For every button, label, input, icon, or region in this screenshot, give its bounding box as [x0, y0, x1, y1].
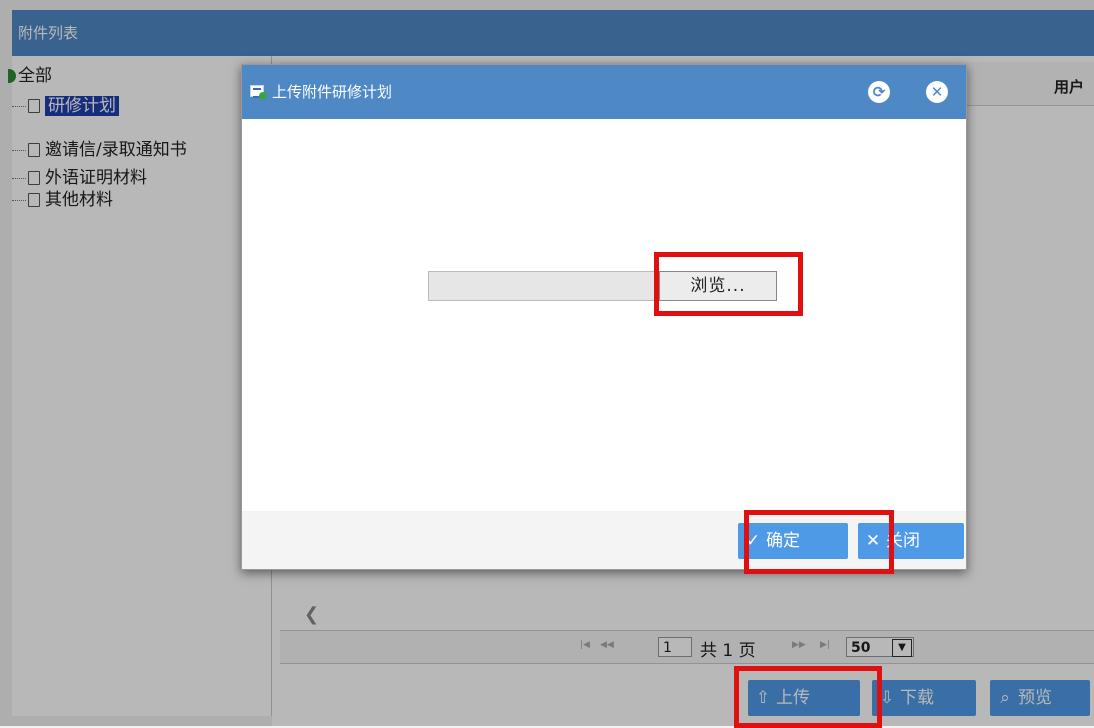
highlight-browse — [654, 252, 803, 316]
refresh-icon[interactable]: ⟳ — [868, 81, 890, 103]
file-path-field[interactable] — [428, 271, 656, 301]
highlight-upload — [734, 666, 882, 728]
dialog-title: 上传附件研修计划 — [272, 83, 393, 101]
dialog-header: 上传附件研修计划 ⟳ ✕ — [242, 65, 966, 119]
table-add-icon — [250, 85, 267, 100]
upload-dialog: 上传附件研修计划 ⟳ ✕ 浏览... ✓ 确定 ✕ 关闭 — [241, 64, 967, 570]
highlight-confirm — [744, 510, 894, 574]
close-icon[interactable]: ✕ — [926, 81, 948, 103]
